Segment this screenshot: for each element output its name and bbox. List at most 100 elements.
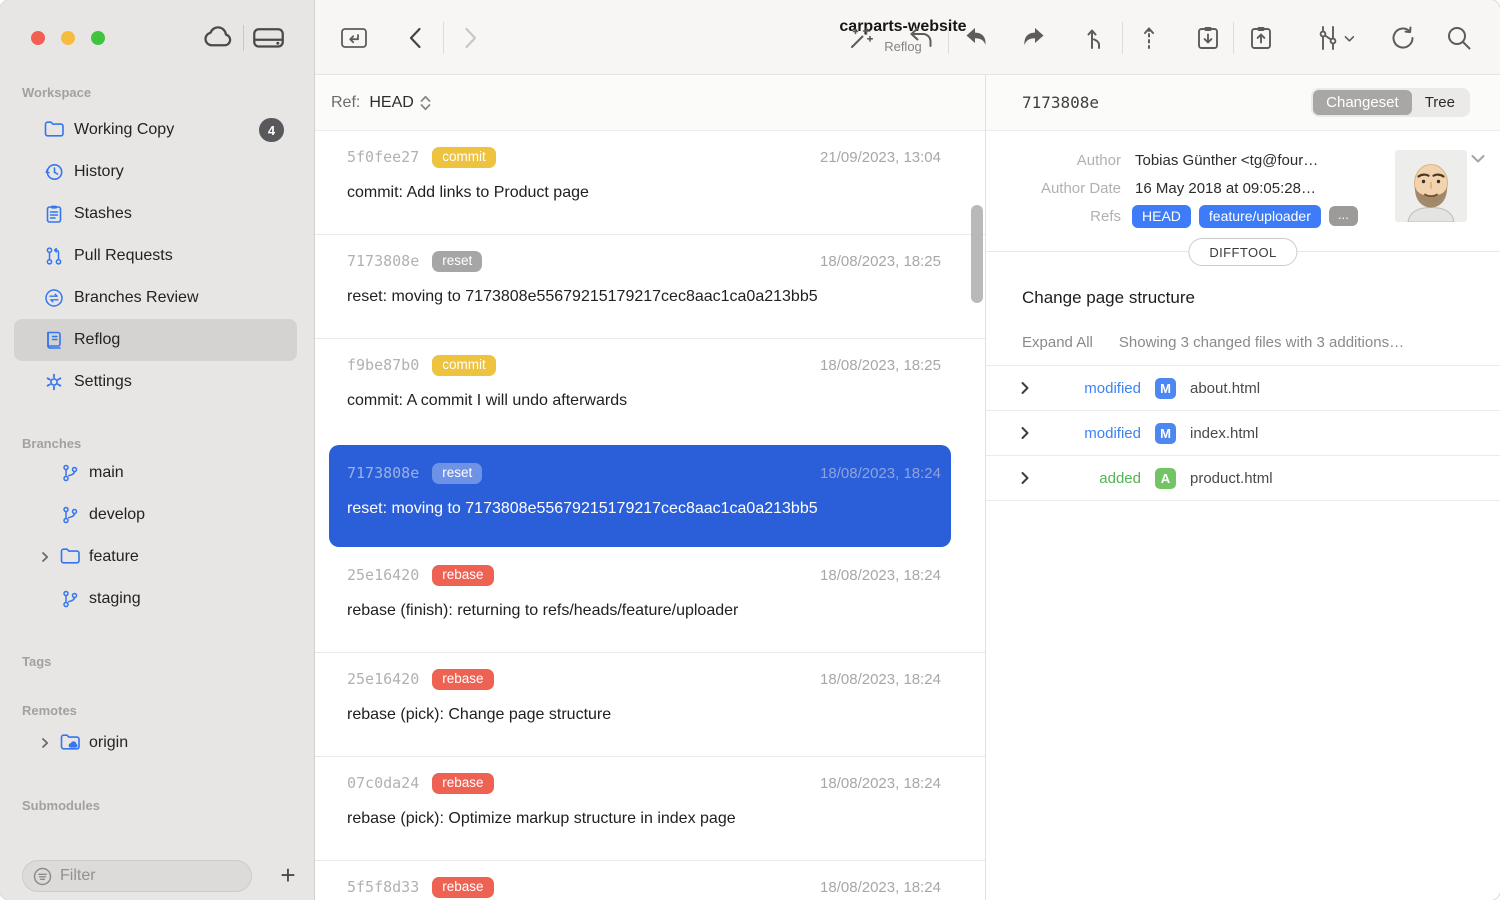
reflog-action-badge: reset	[432, 463, 482, 484]
reflog-icon	[44, 330, 64, 350]
search-icon[interactable]	[1445, 24, 1473, 52]
reflog-date: 18/08/2023, 18:24	[820, 567, 941, 584]
file-status: added	[1033, 470, 1141, 487]
chevron-right-icon[interactable]	[1017, 470, 1033, 486]
sidebar-item-settings[interactable]: Settings	[14, 361, 297, 403]
chevron-right-icon[interactable]	[1017, 380, 1033, 396]
reflog-list: 5f0fee27 commit 21/09/2023, 13:04 commit…	[315, 131, 985, 900]
history-icon	[44, 162, 64, 182]
spacer	[38, 592, 52, 606]
reflog-row[interactable]: f9be87b0 commit 18/08/2023, 18:25 commit…	[315, 339, 985, 443]
difftool-button[interactable]: DIFFTOOL	[1188, 238, 1297, 266]
sidebar-item-remote-origin[interactable]: origin	[14, 722, 297, 764]
file-row[interactable]: modified M about.html	[986, 366, 1500, 411]
stash-save-icon[interactable]	[1194, 24, 1222, 52]
remotes-section-header: Remotes	[22, 703, 314, 719]
working-copy-count-badge: 4	[259, 118, 284, 142]
app-window: Workspace Working Copy 4 History Stashes	[0, 0, 1500, 900]
open-repo-icon[interactable]	[340, 24, 368, 52]
sidebar-item-branch-main[interactable]: main	[14, 452, 297, 494]
sidebar-item-working-copy[interactable]: Working Copy 4	[14, 109, 297, 151]
stash-icon	[44, 204, 64, 224]
expand-all-button[interactable]: Expand All	[1022, 334, 1093, 351]
sidebar-item-branch-staging[interactable]: staging	[14, 578, 297, 620]
branch-icon	[60, 505, 80, 525]
chevron-updown-icon[interactable]	[419, 94, 432, 112]
branch-label: feature	[89, 548, 139, 566]
cloud-icon[interactable]	[200, 22, 233, 52]
branches-review-icon	[44, 288, 64, 308]
wand-icon[interactable]	[847, 24, 875, 52]
sidebar-item-stashes[interactable]: Stashes	[14, 193, 297, 235]
author-date-value: 16 May 2018 at 09:05:28…	[1135, 180, 1316, 197]
ref-label: Ref:	[331, 94, 360, 112]
sidebar-item-label: Settings	[74, 373, 132, 391]
tab-changeset[interactable]: Changeset	[1313, 90, 1412, 115]
detail-header: 7173808e Changeset Tree	[986, 75, 1500, 131]
changed-files-list: modified M about.html modified M index.h…	[986, 365, 1500, 501]
status-badge-modified: M	[1155, 378, 1176, 399]
reflog-message: commit: A commit I will undo afterwards	[347, 392, 941, 410]
redo-icon[interactable]	[1019, 24, 1047, 52]
refresh-icon[interactable]	[1389, 24, 1417, 52]
reflog-action-badge: rebase	[432, 877, 493, 898]
ref-value[interactable]: HEAD	[369, 94, 413, 112]
reflog-row[interactable]: 07c0da24 rebase 18/08/2023, 18:24 rebase…	[315, 757, 985, 861]
changeset-section: Change page structure Expand All Showing…	[986, 252, 1500, 501]
filter-input[interactable]	[60, 867, 220, 885]
toolbar-separator	[1122, 22, 1123, 54]
chevron-right-icon[interactable]	[38, 736, 52, 750]
close-button[interactable]	[31, 31, 45, 45]
sidebar-item-label: History	[74, 163, 124, 181]
toolbar: carparts-website Reflog	[315, 0, 1500, 75]
gitflow-icon[interactable]	[1315, 24, 1357, 52]
forward-icon[interactable]	[459, 26, 481, 50]
reflog-message: rebase (pick): Optimize markup structure…	[347, 810, 941, 828]
sidebar-item-branch-develop[interactable]: develop	[14, 494, 297, 536]
stash-apply-icon[interactable]	[1247, 24, 1275, 52]
drive-icon[interactable]	[252, 24, 285, 51]
reflog-row-selected[interactable]: 7173808e reset 18/08/2023, 18:24 reset: …	[329, 445, 951, 547]
sidebar-item-reflog[interactable]: Reflog	[14, 319, 297, 361]
reflog-row[interactable]: 25e16420 rebase 18/08/2023, 18:24 rebase…	[315, 549, 985, 653]
titlebar-separator	[243, 25, 244, 51]
refs-more-button[interactable]: ...	[1329, 206, 1358, 226]
refs-label: Refs	[986, 208, 1121, 225]
reflog-row[interactable]: 5f5f8d33 rebase 18/08/2023, 18:24	[315, 861, 985, 900]
merge-icon[interactable]	[1081, 24, 1109, 52]
file-row[interactable]: modified M index.html	[986, 411, 1500, 456]
reflog-action-badge: rebase	[432, 565, 493, 586]
chevron-right-icon[interactable]	[38, 550, 52, 564]
ref-badge-head[interactable]: HEAD	[1132, 205, 1191, 228]
rebase-icon[interactable]	[1135, 24, 1163, 52]
back-icon[interactable]	[405, 26, 427, 50]
sidebar-item-label: Branches Review	[74, 289, 199, 307]
zoom-button[interactable]	[91, 31, 105, 45]
sidebar-item-history[interactable]: History	[14, 151, 297, 193]
commit-hash: 07c0da24	[347, 774, 419, 792]
view-subtitle: Reflog	[758, 39, 1048, 54]
reflog-date: 18/08/2023, 18:24	[820, 775, 941, 792]
chevron-down-icon[interactable]	[1470, 153, 1486, 165]
tab-tree[interactable]: Tree	[1412, 90, 1468, 115]
add-button[interactable]: +	[274, 858, 302, 892]
minimize-button[interactable]	[61, 31, 75, 45]
reflog-row[interactable]: 5f0fee27 commit 21/09/2023, 13:04 commit…	[315, 131, 985, 235]
scrollbar-thumb[interactable]	[971, 205, 983, 303]
chevron-right-icon[interactable]	[1017, 425, 1033, 441]
sidebar-item-label: Working Copy	[74, 121, 174, 139]
file-row[interactable]: added A product.html	[986, 456, 1500, 501]
ref-badge-branch[interactable]: feature/uploader	[1199, 205, 1321, 228]
undo-icon[interactable]	[907, 24, 935, 52]
reflog-date: 18/08/2023, 18:24	[820, 465, 941, 482]
revert-icon[interactable]	[963, 24, 991, 52]
sidebar-item-branches-review[interactable]: Branches Review	[14, 277, 297, 319]
reflog-row[interactable]: 25e16420 rebase 18/08/2023, 18:24 rebase…	[315, 653, 985, 757]
commit-hash: f9be87b0	[347, 356, 419, 374]
reflog-row[interactable]: 7173808e reset 18/08/2023, 18:25 reset: …	[315, 235, 985, 339]
reflog-date: 18/08/2023, 18:25	[820, 357, 941, 374]
sidebar-item-branch-feature[interactable]: feature	[14, 536, 297, 578]
sidebar-item-label: Reflog	[74, 331, 120, 349]
file-name: product.html	[1190, 470, 1273, 487]
sidebar-item-pull-requests[interactable]: Pull Requests	[14, 235, 297, 277]
